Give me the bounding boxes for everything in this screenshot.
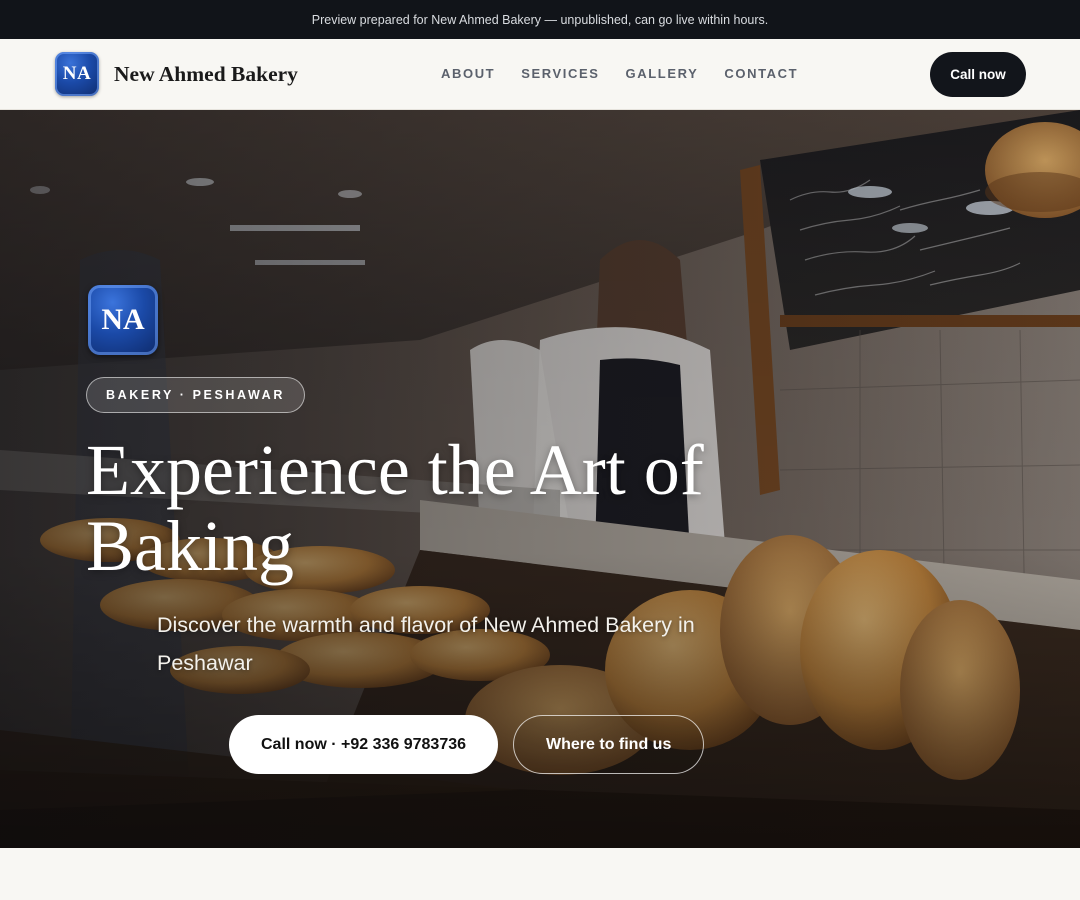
hero-section: NA BAKERY · PESHAWAR Experience the Art …: [0, 110, 1080, 848]
hero-category-tag: BAKERY · PESHAWAR: [86, 377, 305, 413]
site-header: NA New Ahmed Bakery ABOUT SERVICES GALLE…: [0, 39, 1080, 110]
hero-directions-button[interactable]: Where to find us: [513, 715, 705, 774]
nav-services[interactable]: SERVICES: [521, 66, 599, 81]
hero-actions: Call now · +92 336 9783736 Where to find…: [229, 715, 705, 774]
nav-gallery[interactable]: GALLERY: [626, 66, 699, 81]
preview-banner: Preview prepared for New Ahmed Bakery — …: [0, 0, 1080, 39]
preview-banner-text: Preview prepared for New Ahmed Bakery — …: [311, 12, 769, 27]
brand-logo: NA: [55, 52, 99, 96]
hero-title: Experience the Art of Baking: [86, 430, 704, 586]
brand-name: New Ahmed Bakery: [114, 61, 298, 86]
hero-subtitle: Discover the warmth and flavor of New Ah…: [157, 613, 695, 675]
nav-about[interactable]: ABOUT: [441, 66, 495, 81]
hero-logo: NA: [88, 285, 158, 355]
hero-call-button[interactable]: Call now · +92 336 9783736: [229, 715, 499, 774]
nav-contact[interactable]: CONTACT: [724, 66, 798, 81]
main-nav: ABOUT SERVICES GALLERY CONTACT: [441, 66, 798, 81]
header-call-button[interactable]: Call now: [930, 52, 1026, 97]
below-hero-section: [0, 848, 1080, 900]
brand-link[interactable]: NA New Ahmed Bakery: [55, 52, 298, 96]
